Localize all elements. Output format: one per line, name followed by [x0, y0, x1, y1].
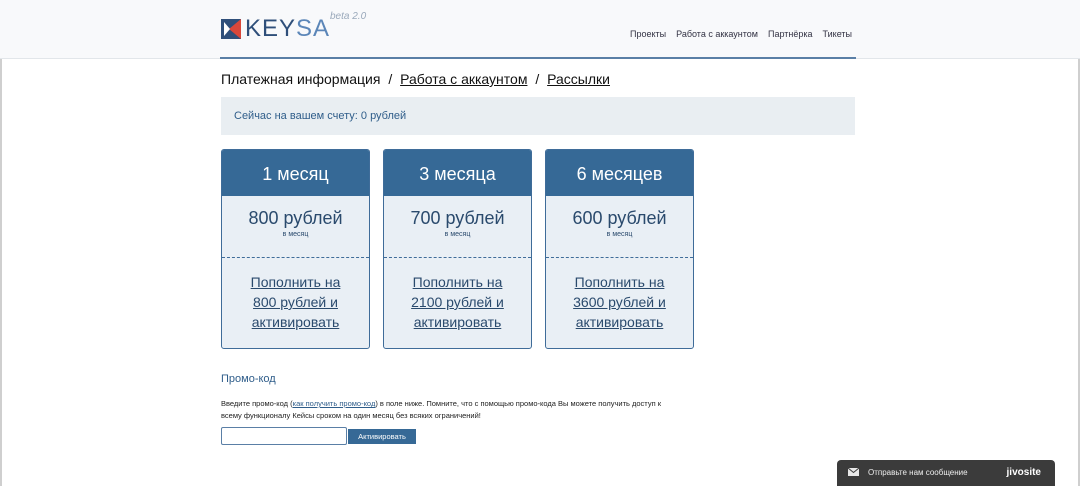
promo-code-input[interactable] [221, 427, 347, 445]
plan-price: 800 рублей [248, 208, 343, 228]
breadcrumb-separator: / [535, 71, 540, 87]
top-nav: Проекты Работа с аккаунтом Партнёрка Тик… [630, 29, 852, 39]
header: KEYSA beta 2.0 Проекты Работа с аккаунто… [0, 0, 1080, 59]
breadcrumb-link-account[interactable]: Работа с аккаунтом [400, 71, 527, 87]
chat-widget[interactable]: Отправьте нам сообщение jivosite [837, 460, 1055, 486]
nav-projects[interactable]: Проекты [630, 29, 666, 39]
breadcrumb-link-mailings[interactable]: Рассылки [547, 71, 610, 87]
nav-account[interactable]: Работа с аккаунтом [676, 29, 758, 39]
plan-card-3-months: 3 месяца 700 рублей в месяц Пополнить на… [383, 149, 532, 349]
breadcrumb-separator: / [388, 71, 393, 87]
breadcrumb-current: Платежная информация [221, 71, 381, 87]
promo-text-part: Введите промо-код ( [221, 399, 293, 408]
balance-text: Сейчас на вашем счету: 0 рублей [234, 110, 407, 122]
nav-partner[interactable]: Партнёрка [768, 29, 813, 39]
plan-price: 700 рублей [410, 208, 505, 228]
plan-period: в месяц [606, 231, 633, 238]
plan-price-block: 600 рублей в месяц [546, 196, 693, 258]
plan-activate-link[interactable]: Пополнить на 3600 рублей и активировать [546, 258, 693, 332]
plan-action-line: активировать [575, 314, 664, 330]
plan-action-line: 2100 рублей и [411, 294, 504, 310]
plan-price-block: 700 рублей в месяц [384, 196, 531, 258]
plan-action-line: 3600 рублей и [573, 294, 666, 310]
plan-card-1-month: 1 месяц 800 рублей в месяц Пополнить на … [221, 149, 370, 349]
promo-title: Промо-код [221, 373, 276, 385]
plan-title: 6 месяцев [546, 150, 693, 196]
keysa-logo-icon [221, 19, 241, 39]
balance-panel: Сейчас на вашем счету: 0 рублей [221, 97, 855, 135]
plan-action-line: Пополнить на [250, 274, 341, 290]
plan-action-line: активировать [413, 314, 502, 330]
nav-tickets[interactable]: Тикеты [823, 29, 852, 39]
plan-activate-link[interactable]: Пополнить на 800 рублей и активировать [222, 258, 369, 332]
plan-action-line: Пополнить на [574, 274, 665, 290]
plan-card-6-months: 6 месяцев 600 рублей в месяц Пополнить н… [545, 149, 694, 349]
plan-action-line: активировать [251, 314, 340, 330]
plan-title: 3 месяца [384, 150, 531, 196]
plan-price: 600 рублей [572, 208, 667, 228]
promo-help-link[interactable]: как получить промо-код [293, 399, 376, 408]
logo[interactable]: KEYSA [221, 17, 330, 41]
plan-period: в месяц [444, 231, 471, 238]
header-divider [220, 57, 856, 59]
plan-title: 1 месяц [222, 150, 369, 196]
chat-label: Отправьте нам сообщение [868, 468, 968, 477]
jivosite-brand: jivosite [1006, 467, 1041, 478]
plan-action-line: Пополнить на [412, 274, 503, 290]
plan-activate-link[interactable]: Пополнить на 2100 рублей и активировать [384, 258, 531, 332]
window-frame-left [0, 0, 2, 486]
beta-label: beta 2.0 [330, 11, 367, 22]
envelope-icon [848, 468, 859, 476]
breadcrumb: Платежная информация / Работа с аккаунто… [221, 71, 610, 87]
plan-period: в месяц [282, 231, 309, 238]
plan-price-block: 800 рублей в месяц [222, 196, 369, 258]
activate-button[interactable]: Активировать [348, 429, 416, 444]
logo-text: KEYSA [245, 15, 331, 42]
promo-description: Введите промо-код (как получить промо-ко… [221, 398, 661, 422]
plan-action-line: 800 рублей и [253, 294, 338, 310]
